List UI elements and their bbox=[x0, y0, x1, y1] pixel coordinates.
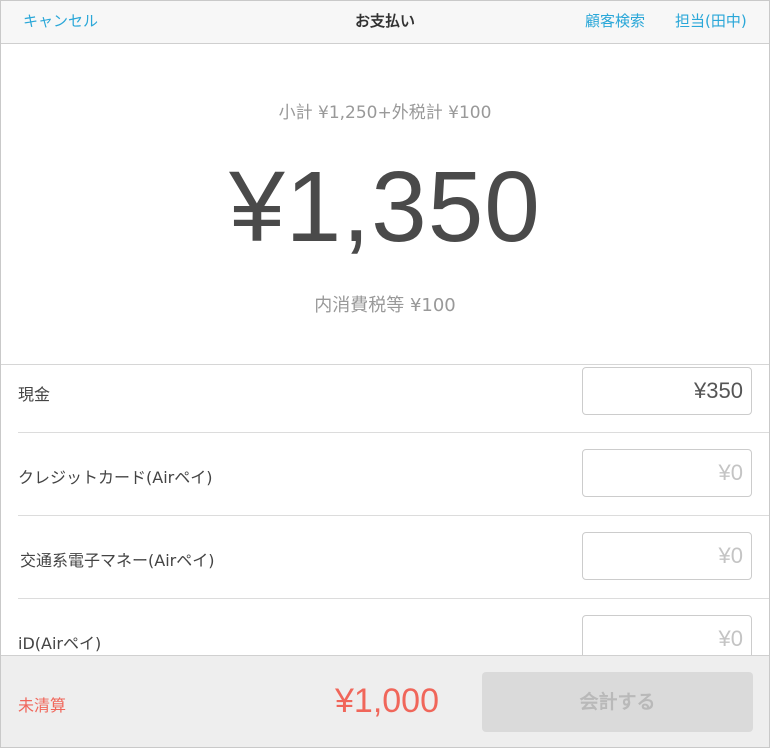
amount-summary: 小計 ¥1,250+外税計 ¥100 ¥1,350 内消費税等 ¥100 bbox=[1, 44, 769, 365]
credit-card-amount-input[interactable] bbox=[582, 449, 752, 497]
footer-bar: 未清算 ¥1,000 会計する bbox=[1, 655, 769, 747]
id-amount-input[interactable] bbox=[582, 615, 752, 655]
unsettled-label: 未清算 bbox=[18, 696, 67, 715]
payment-row-cash: 現金 bbox=[18, 365, 769, 433]
payment-row-credit-card: クレジットカード(Airペイ) bbox=[18, 433, 769, 516]
payment-label-id: iD(Airペイ) bbox=[18, 634, 102, 653]
payment-row-id: iD(Airペイ) bbox=[18, 599, 769, 655]
payment-screen: キャンセル お支払い 顧客検索 担当(田中) 小計 ¥1,250+外税計 ¥10… bbox=[0, 0, 770, 748]
cash-amount-input[interactable] bbox=[582, 367, 752, 415]
transit-emoney-amount-input[interactable] bbox=[582, 532, 752, 580]
payment-row-transit-emoney: 交通系電子マネー(Airペイ) bbox=[18, 516, 769, 599]
tax-included-text: 内消費税等 ¥100 bbox=[314, 295, 456, 316]
unsettled-amount: ¥1,000 bbox=[335, 682, 439, 720]
payment-label-transit-emoney: 交通系電子マネー(Airペイ) bbox=[20, 551, 215, 570]
staff-button[interactable]: 担当(田中) bbox=[675, 1, 747, 43]
cancel-button[interactable]: キャンセル bbox=[23, 1, 98, 43]
payment-label-cash: 現金 bbox=[18, 385, 51, 404]
total-amount: ¥1,350 bbox=[229, 151, 541, 263]
payment-label-credit-card: クレジットカード(Airペイ) bbox=[18, 468, 213, 487]
customer-search-button[interactable]: 顧客検索 bbox=[585, 1, 645, 43]
checkout-button[interactable]: 会計する bbox=[482, 672, 753, 732]
subtotal-text: 小計 ¥1,250+外税計 ¥100 bbox=[278, 103, 492, 123]
page-title: お支払い bbox=[354, 12, 415, 30]
header-bar: キャンセル お支払い 顧客検索 担当(田中) bbox=[1, 1, 769, 44]
payment-method-list[interactable]: 現金 クレジットカード(Airペイ) 交通系電子マネー(Airペイ) iD(Ai… bbox=[1, 365, 769, 655]
